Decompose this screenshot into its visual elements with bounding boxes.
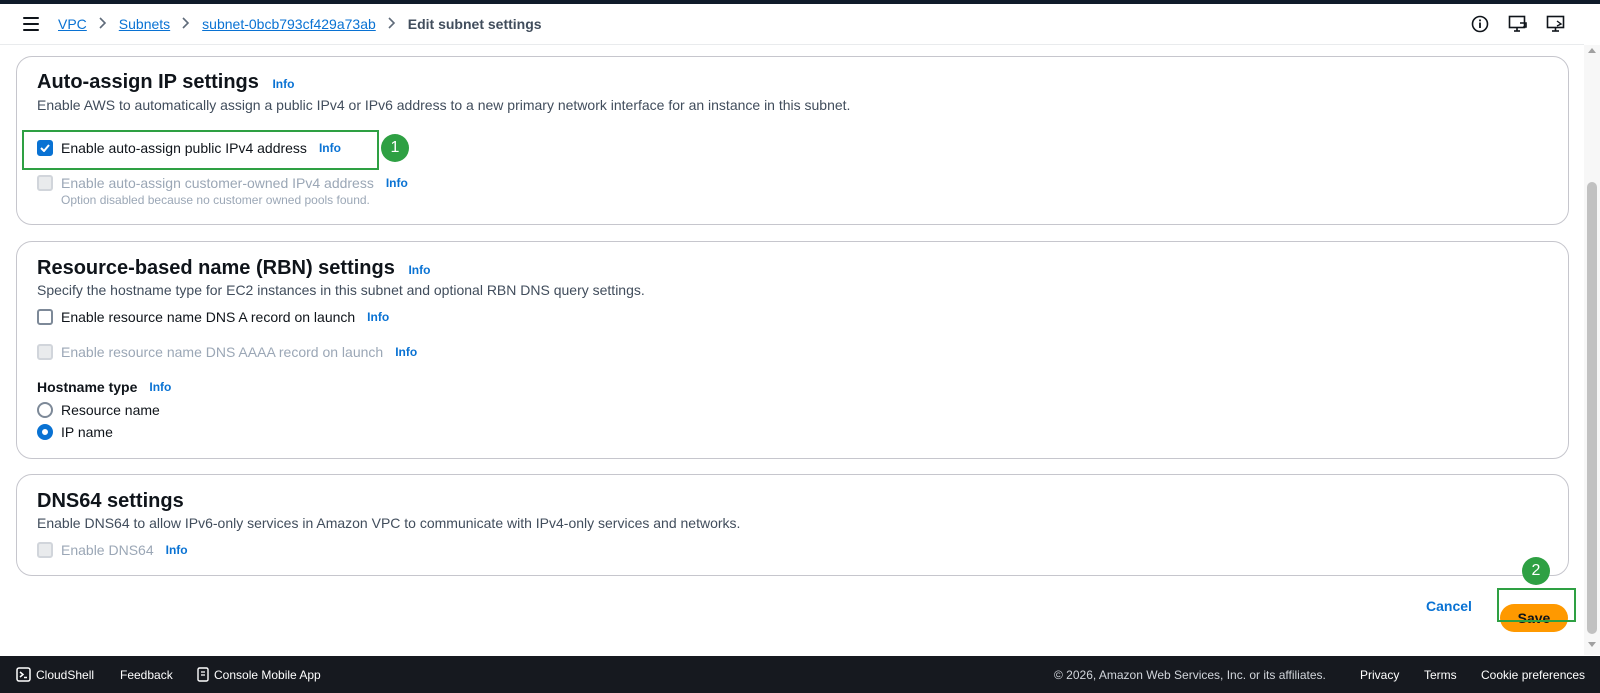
dns-aaaa-checkbox: [37, 344, 53, 360]
breadcrumb-current: Edit subnet settings: [407, 16, 542, 32]
ip-name-label[interactable]: IP name: [61, 424, 113, 440]
breadcrumb: VPC Subnets subnet-0bcb793cf429a73ab Edi…: [58, 16, 542, 32]
hostname-type-label: Hostname type: [37, 379, 138, 395]
dns-aaaa-row: Enable resource name DNS AAAA record on …: [37, 344, 417, 360]
display-icon[interactable]: [1546, 14, 1566, 34]
auto-assign-ip-title: Auto-assign IP settings Info: [37, 71, 295, 93]
privacy-link[interactable]: Privacy: [1360, 668, 1399, 682]
hostname-type-heading: Hostname type Info: [37, 379, 171, 395]
dns64-row: Enable DNS64 Info: [37, 542, 188, 558]
ip-name-radio[interactable]: [37, 424, 53, 440]
dns-a-checkbox[interactable]: [37, 309, 53, 325]
dns-a-row: Enable resource name DNS A record on lau…: [37, 309, 389, 325]
hostname-option-resource-name[interactable]: Resource name: [37, 402, 160, 418]
rbn-panel: Resource-based name (RBN) settings Info …: [16, 241, 1569, 459]
menu-icon[interactable]: [23, 17, 39, 31]
page-header: VPC Subnets subnet-0bcb793cf429a73ab Edi…: [0, 4, 1584, 45]
dns-a-info-link[interactable]: Info: [367, 310, 389, 324]
step1-badge: 1: [381, 134, 409, 162]
hostname-type-info-link[interactable]: Info: [149, 380, 171, 394]
rbn-info-link[interactable]: Info: [408, 263, 430, 277]
dns64-checkbox: [37, 542, 53, 558]
info-icon[interactable]: [1470, 14, 1490, 34]
dns64-title: DNS64 settings: [37, 490, 184, 512]
customer-owned-checkbox: [37, 175, 53, 191]
notifications-icon[interactable]: [1508, 14, 1528, 34]
customer-owned-row: Enable auto-assign customer-owned IPv4 a…: [37, 175, 408, 191]
dns64-panel: DNS64 settings Enable DNS64 to allow IPv…: [16, 474, 1569, 576]
breadcrumb-subnet-id[interactable]: subnet-0bcb793cf429a73ab: [202, 16, 376, 32]
breadcrumb-subnets[interactable]: Subnets: [119, 16, 170, 32]
dns64-info-link[interactable]: Info: [166, 543, 188, 557]
mobile-app-icon: [197, 667, 209, 682]
breadcrumb-vpc[interactable]: VPC: [58, 16, 87, 32]
cookie-preferences-link[interactable]: Cookie preferences: [1481, 668, 1585, 682]
scroll-down-icon[interactable]: [1588, 642, 1596, 647]
customer-owned-label: Enable auto-assign customer-owned IPv4 a…: [61, 175, 374, 191]
scroll-up-icon[interactable]: [1588, 48, 1596, 53]
cloudshell-link[interactable]: CloudShell: [16, 667, 94, 682]
customer-owned-info-link[interactable]: Info: [386, 176, 408, 190]
auto-assign-description: Enable AWS to automatically assign a pub…: [37, 97, 851, 113]
dns-a-label[interactable]: Enable resource name DNS A record on lau…: [61, 309, 355, 325]
dns-aaaa-label: Enable resource name DNS AAAA record on …: [61, 344, 384, 360]
footer: CloudShell Feedback Console Mobile App ©…: [0, 656, 1600, 693]
resource-name-radio[interactable]: [37, 402, 53, 418]
customer-owned-note: Option disabled because no customer owne…: [61, 193, 370, 207]
step2-badge: 2: [1522, 557, 1550, 585]
scrollbar-thumb[interactable]: [1587, 182, 1597, 634]
resource-name-label[interactable]: Resource name: [61, 402, 160, 418]
copyright: © 2026, Amazon Web Services, Inc. or its…: [1054, 667, 1326, 682]
rbn-title: Resource-based name (RBN) settings Info: [37, 257, 431, 279]
terms-link[interactable]: Terms: [1424, 668, 1457, 682]
cancel-button[interactable]: Cancel: [1426, 598, 1472, 614]
breadcrumb-separator-icon: [388, 16, 396, 32]
hostname-option-ip-name[interactable]: IP name: [37, 424, 113, 440]
dns64-description: Enable DNS64 to allow IPv6-only services…: [37, 515, 741, 531]
breadcrumb-separator-icon: [182, 16, 190, 32]
cloudshell-icon: [16, 667, 31, 682]
header-tools: [1470, 14, 1566, 34]
auto-assign-info-link[interactable]: Info: [272, 77, 294, 91]
breadcrumb-separator-icon: [99, 16, 107, 32]
step1-highlight: [22, 130, 379, 170]
dns-aaaa-info-link[interactable]: Info: [395, 345, 417, 359]
rbn-description: Specify the hostname type for EC2 instan…: [37, 282, 645, 298]
feedback-link[interactable]: Feedback: [120, 668, 173, 682]
dns64-label: Enable DNS64: [61, 542, 154, 558]
step2-highlight: [1497, 588, 1576, 622]
mobile-app-link[interactable]: Console Mobile App: [197, 667, 321, 682]
